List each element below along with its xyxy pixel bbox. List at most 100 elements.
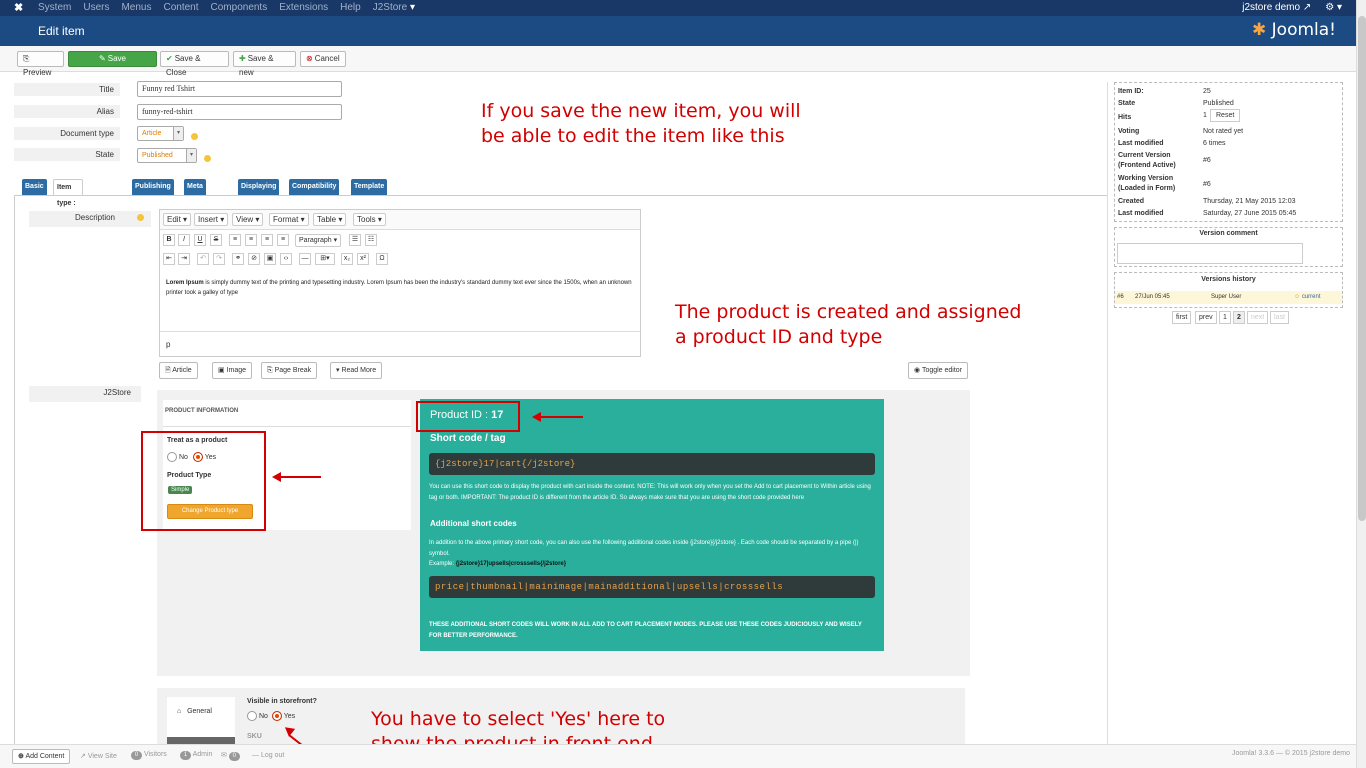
toggle-editor-button[interactable]: ◉ Toggle editor (908, 362, 969, 379)
visible-radio-no-label: No (258, 712, 268, 720)
insert-article-button[interactable]: 🗎 Article (159, 362, 198, 379)
menu-system[interactable]: System (38, 2, 71, 13)
table-icon[interactable]: ⊞▾ (315, 253, 335, 265)
user-link[interactable]: j2store demo ↗ (1242, 2, 1311, 13)
numbered-list-icon[interactable]: ☷ (365, 234, 377, 246)
menu-content[interactable]: Content (163, 2, 198, 13)
short-code[interactable]: {j2store}17|cart{/j2store} (429, 453, 875, 475)
title-field[interactable]: Funny red Tshirt (137, 81, 342, 97)
menu-label: Insert (198, 215, 219, 224)
menu-help[interactable]: Help (340, 2, 361, 13)
chevron-down-icon: ▾ (186, 149, 196, 162)
editor-menu-format[interactable]: Format ▾ (269, 213, 309, 226)
code-icon[interactable]: ‹› (280, 253, 292, 265)
italic-icon[interactable]: I (178, 234, 190, 246)
bullet-list-icon[interactable]: ☰ (349, 234, 361, 246)
menu-users[interactable]: Users (83, 2, 109, 13)
save-close-button[interactable]: ✔ Save & Close (160, 51, 229, 77)
image-icon[interactable]: ▣ (264, 253, 276, 265)
link-icon[interactable]: ⚭ (232, 253, 244, 265)
version-comment-input[interactable] (1117, 243, 1303, 264)
cancel-button[interactable]: ⊗ Cancel (300, 51, 346, 67)
undo-icon[interactable]: ↶ (197, 253, 209, 265)
cancel-icon: ⊗ (306, 54, 313, 63)
current-version-value: #6 (1203, 157, 1211, 164)
alias-field[interactable]: funny-red-tshirt (137, 104, 342, 120)
gear-icon[interactable]: ⚙ ▾ (1325, 2, 1342, 13)
align-right-icon[interactable]: ≡ (261, 234, 273, 246)
menu-extensions[interactable]: Extensions (279, 2, 328, 13)
bold-icon[interactable]: B (163, 234, 175, 246)
state-select[interactable]: Published ▾ (137, 148, 197, 163)
footer-copyright: Joomla! 3.3.6 — © 2015 j2store demo (1232, 750, 1350, 757)
menu-components[interactable]: Components (211, 2, 268, 13)
insert-image-button[interactable]: ▣ Image (212, 362, 253, 379)
pager-prev[interactable]: prev (1195, 311, 1217, 324)
preview-icon: ⎘ (23, 54, 30, 63)
eye-icon: ◉ (914, 367, 921, 374)
admin-info: 1 Admin (180, 751, 212, 760)
page-scrollbar[interactable] (1356, 0, 1366, 768)
strikethrough-icon[interactable]: S (210, 234, 222, 246)
redo-icon[interactable]: ↷ (213, 253, 225, 265)
logout-link[interactable]: — Log out (252, 752, 284, 759)
version-row[interactable]: #6 27/Jun 05:45 Super User ☺ current (1115, 291, 1342, 304)
outdent-icon[interactable]: ⇤ (163, 253, 175, 265)
save-new-button[interactable]: ✚ Save & new (233, 51, 296, 77)
editor-content[interactable]: Lorem Ipsum is simply dummy text of the … (166, 278, 636, 298)
align-left-icon[interactable]: ≡ (229, 234, 241, 246)
menu-j2store[interactable]: J2Store ▾ (373, 2, 415, 13)
current-version-sub: (Frontend Active) (1118, 162, 1176, 169)
visible-radio-yes[interactable] (271, 711, 282, 721)
editor-menu-edit[interactable]: Edit ▾ (163, 213, 192, 226)
pager-page-1[interactable]: 1 (1219, 311, 1231, 324)
pager-first[interactable]: first (1172, 311, 1192, 324)
top-navbar: ✖ System Users Menus Content Components … (0, 0, 1366, 16)
add-content-button[interactable]: ⊕ Add Content (12, 749, 71, 764)
tab-compatibility[interactable]: Compatibility (289, 179, 340, 195)
pager-page-2[interactable]: 2 (1233, 311, 1245, 324)
reset-hits-button[interactable]: Reset (1210, 109, 1241, 122)
special-char-icon[interactable]: Ω (376, 253, 388, 265)
tab-displaying[interactable]: Displaying (238, 179, 280, 195)
align-justify-icon[interactable]: ≡ (277, 234, 289, 246)
menu-label: Edit (167, 215, 181, 224)
editor-menu-insert[interactable]: Insert ▾ (194, 213, 229, 226)
unlink-icon[interactable]: ⊘ (248, 253, 260, 265)
tab-basic[interactable]: Basic (22, 179, 47, 195)
tab-publishing[interactable]: Publishing (132, 179, 174, 195)
subscript-icon[interactable]: x₂ (341, 253, 353, 265)
editor-menu-tools[interactable]: Tools ▾ (353, 213, 386, 226)
visible-radio-no[interactable] (247, 711, 257, 721)
tab-template[interactable]: Template (351, 179, 388, 195)
pager-last[interactable]: last (1270, 311, 1289, 324)
joomla-logo-icon[interactable]: ✖ (14, 1, 23, 14)
scrollbar-thumb[interactable] (1358, 16, 1366, 521)
item-id-label: Item ID: (1118, 88, 1144, 95)
view-site-link[interactable]: ↗ View Site (80, 752, 117, 760)
tab-item-type[interactable]: Item type : Article (53, 179, 83, 223)
tab-meta-seo[interactable]: Meta / SEO (184, 179, 206, 222)
state-info-value: Published (1203, 100, 1234, 107)
editor-menu-table[interactable]: Table ▾ (313, 213, 347, 226)
toggle-editor-label: Toggle editor (921, 367, 963, 374)
read-more-button[interactable]: ▾ Read More (330, 362, 383, 379)
tab-general[interactable]: ⌂ General (177, 708, 212, 715)
align-center-icon[interactable]: ≡ (245, 234, 257, 246)
highlight-product-info (141, 431, 266, 531)
messages-info[interactable]: ✉ 0 (221, 751, 240, 761)
article-icon: 🗎 (165, 367, 171, 374)
menu-menus[interactable]: Menus (121, 2, 151, 13)
pager-next[interactable]: next (1247, 311, 1269, 324)
doctype-select[interactable]: Article ▾ (137, 126, 184, 141)
additional-codes[interactable]: price|thumbnail|mainimage|mainadditional… (429, 576, 875, 598)
preview-button[interactable]: ⎘ Preview (17, 51, 64, 77)
horizontal-rule-icon[interactable]: — (299, 253, 311, 265)
superscript-icon[interactable]: x² (357, 253, 369, 265)
save-button[interactable]: ✎ Save (68, 51, 157, 67)
paragraph-select[interactable]: Paragraph ▾ (295, 234, 342, 247)
editor-menu-view[interactable]: View ▾ (232, 213, 264, 226)
page-break-button[interactable]: ⎘ Page Break (261, 362, 318, 379)
underline-icon[interactable]: U (194, 234, 206, 246)
indent-icon[interactable]: ⇥ (178, 253, 190, 265)
